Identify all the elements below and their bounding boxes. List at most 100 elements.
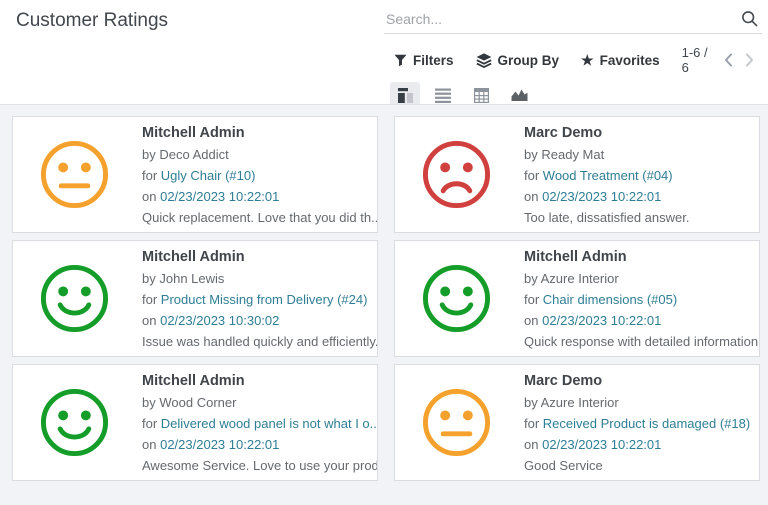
for-prefix: for: [142, 416, 157, 431]
for-prefix: for: [524, 416, 539, 431]
filters-label: Filters: [413, 53, 454, 68]
customer-ratings-page: Customer Ratings: [0, 0, 768, 505]
customer-name: Mitchell Admin: [524, 246, 759, 268]
filters-button[interactable]: Filters: [394, 53, 454, 68]
list-view-button[interactable]: [428, 82, 458, 104]
search-icon[interactable]: [741, 10, 758, 27]
rating-datetime: 02/23/2023 10:30:02: [160, 313, 279, 328]
subject-link[interactable]: Ugly Chair (#10): [161, 168, 256, 183]
company-name: John Lewis: [159, 271, 224, 286]
subject-link[interactable]: Delivered wood panel is not what I o...: [161, 416, 377, 431]
feedback-text: Quick response with detailed information…: [524, 331, 759, 352]
star-icon: ★: [581, 53, 594, 67]
rating-card[interactable]: Mitchell Admin by John Lewis for Product…: [12, 240, 378, 357]
rating-datetime: 02/23/2023 10:22:01: [160, 437, 279, 452]
kanban-content: Mitchell Admin by Deco Addict for Ugly C…: [0, 104, 768, 505]
on-prefix: on: [524, 189, 538, 204]
customer-name: Marc Demo: [524, 122, 689, 144]
view-switcher: [390, 82, 762, 104]
rating-datetime: 02/23/2023 10:22:01: [542, 313, 661, 328]
rating-smiley-icon: [39, 263, 110, 334]
by-prefix: by: [524, 395, 538, 410]
rating-smiley-icon: [421, 387, 492, 458]
rating-datetime: 02/23/2023 10:22:01: [542, 437, 661, 452]
customer-name: Mitchell Admin: [142, 246, 377, 268]
rating-card[interactable]: Mitchell Admin by Deco Addict for Ugly C…: [12, 116, 378, 233]
company-line: by Azure Interior: [524, 392, 750, 413]
for-prefix: for: [142, 168, 157, 183]
pager-previous-icon[interactable]: [724, 53, 733, 67]
kanban-view-icon: [398, 88, 413, 103]
search-input[interactable]: [386, 11, 741, 27]
feedback-text: Issue was handled quickly and efficientl…: [142, 331, 377, 352]
subject-line: for Ugly Chair (#10): [142, 165, 377, 186]
group-by-label: Group By: [498, 53, 560, 68]
by-prefix: by: [142, 395, 156, 410]
feedback-text: Good Service: [524, 455, 750, 476]
list-view-icon: [435, 88, 451, 103]
rating-card-body: Marc Demo by Ready Mat for Wood Treatmen…: [524, 122, 689, 228]
pivot-view-button[interactable]: [466, 82, 496, 104]
search-options-row: Filters Group By ★ Favorites: [394, 45, 762, 75]
rating-card-body: Mitchell Admin by John Lewis for Product…: [142, 246, 377, 352]
control-panel-right: Filters Group By ★ Favorites: [384, 8, 762, 104]
filter-funnel-icon: [394, 54, 407, 67]
subject-link[interactable]: Received Product is damaged (#18): [543, 416, 750, 431]
pager: 1-6 / 6: [682, 45, 762, 75]
control-panel: Customer Ratings: [0, 0, 768, 104]
company-name: Azure Interior: [541, 271, 619, 286]
date-line: on 02/23/2023 10:22:01: [524, 186, 689, 207]
company-name: Wood Corner: [159, 395, 236, 410]
date-line: on 02/23/2023 10:22:01: [142, 186, 377, 207]
page-title: Customer Ratings: [16, 8, 168, 104]
by-prefix: by: [524, 271, 538, 286]
by-prefix: by: [524, 147, 538, 162]
by-prefix: by: [142, 147, 156, 162]
company-line: by Azure Interior: [524, 268, 759, 289]
rating-card[interactable]: Mitchell Admin by Azure Interior for Cha…: [394, 240, 760, 357]
company-line: by Wood Corner: [142, 392, 377, 413]
pager-next-icon[interactable]: [745, 53, 754, 67]
rating-card[interactable]: Mitchell Admin by Wood Corner for Delive…: [12, 364, 378, 481]
pager-range: 1-6 / 6: [682, 45, 712, 75]
rating-smiley-icon: [421, 263, 492, 334]
subject-link[interactable]: Wood Treatment (#04): [543, 168, 673, 183]
rating-smiley-icon: [421, 139, 492, 210]
subject-line: for Received Product is damaged (#18): [524, 413, 750, 434]
subject-line: for Product Missing from Delivery (#24): [142, 289, 377, 310]
graph-view-button[interactable]: [504, 82, 534, 104]
subject-link[interactable]: Product Missing from Delivery (#24): [161, 292, 368, 307]
subject-line: for Wood Treatment (#04): [524, 165, 689, 186]
date-line: on 02/23/2023 10:22:01: [524, 310, 759, 331]
by-prefix: by: [142, 271, 156, 286]
on-prefix: on: [524, 437, 538, 452]
group-by-button[interactable]: Group By: [476, 53, 560, 68]
date-line: on 02/23/2023 10:22:01: [524, 434, 750, 455]
date-line: on 02/23/2023 10:22:01: [142, 434, 377, 455]
on-prefix: on: [142, 313, 156, 328]
feedback-text: Awesome Service. Love to use your prod..…: [142, 455, 377, 476]
company-name: Azure Interior: [541, 395, 619, 410]
rating-card-body: Mitchell Admin by Azure Interior for Cha…: [524, 246, 759, 352]
rating-card[interactable]: Marc Demo by Ready Mat for Wood Treatmen…: [394, 116, 760, 233]
date-line: on 02/23/2023 10:30:02: [142, 310, 377, 331]
layers-icon: [476, 53, 492, 68]
subject-line: for Delivered wood panel is not what I o…: [142, 413, 377, 434]
customer-name: Mitchell Admin: [142, 370, 377, 392]
company-line: by Ready Mat: [524, 144, 689, 165]
rating-smiley-icon: [39, 139, 110, 210]
graph-view-icon: [511, 88, 528, 102]
rating-card[interactable]: Marc Demo by Azure Interior for Received…: [394, 364, 760, 481]
rating-datetime: 02/23/2023 10:22:01: [542, 189, 661, 204]
rating-card-body: Mitchell Admin by Wood Corner for Delive…: [142, 370, 377, 476]
rating-card-body: Mitchell Admin by Deco Addict for Ugly C…: [142, 122, 377, 228]
rating-datetime: 02/23/2023 10:22:01: [160, 189, 279, 204]
customer-name: Mitchell Admin: [142, 122, 377, 144]
on-prefix: on: [142, 437, 156, 452]
feedback-text: Quick replacement. Love that you did th.…: [142, 207, 377, 228]
customer-name: Marc Demo: [524, 370, 750, 392]
subject-link[interactable]: Chair dimensions (#05): [543, 292, 677, 307]
rating-card-body: Marc Demo by Azure Interior for Received…: [524, 370, 750, 476]
favorites-button[interactable]: ★ Favorites: [581, 53, 660, 68]
kanban-view-button[interactable]: [390, 82, 420, 104]
